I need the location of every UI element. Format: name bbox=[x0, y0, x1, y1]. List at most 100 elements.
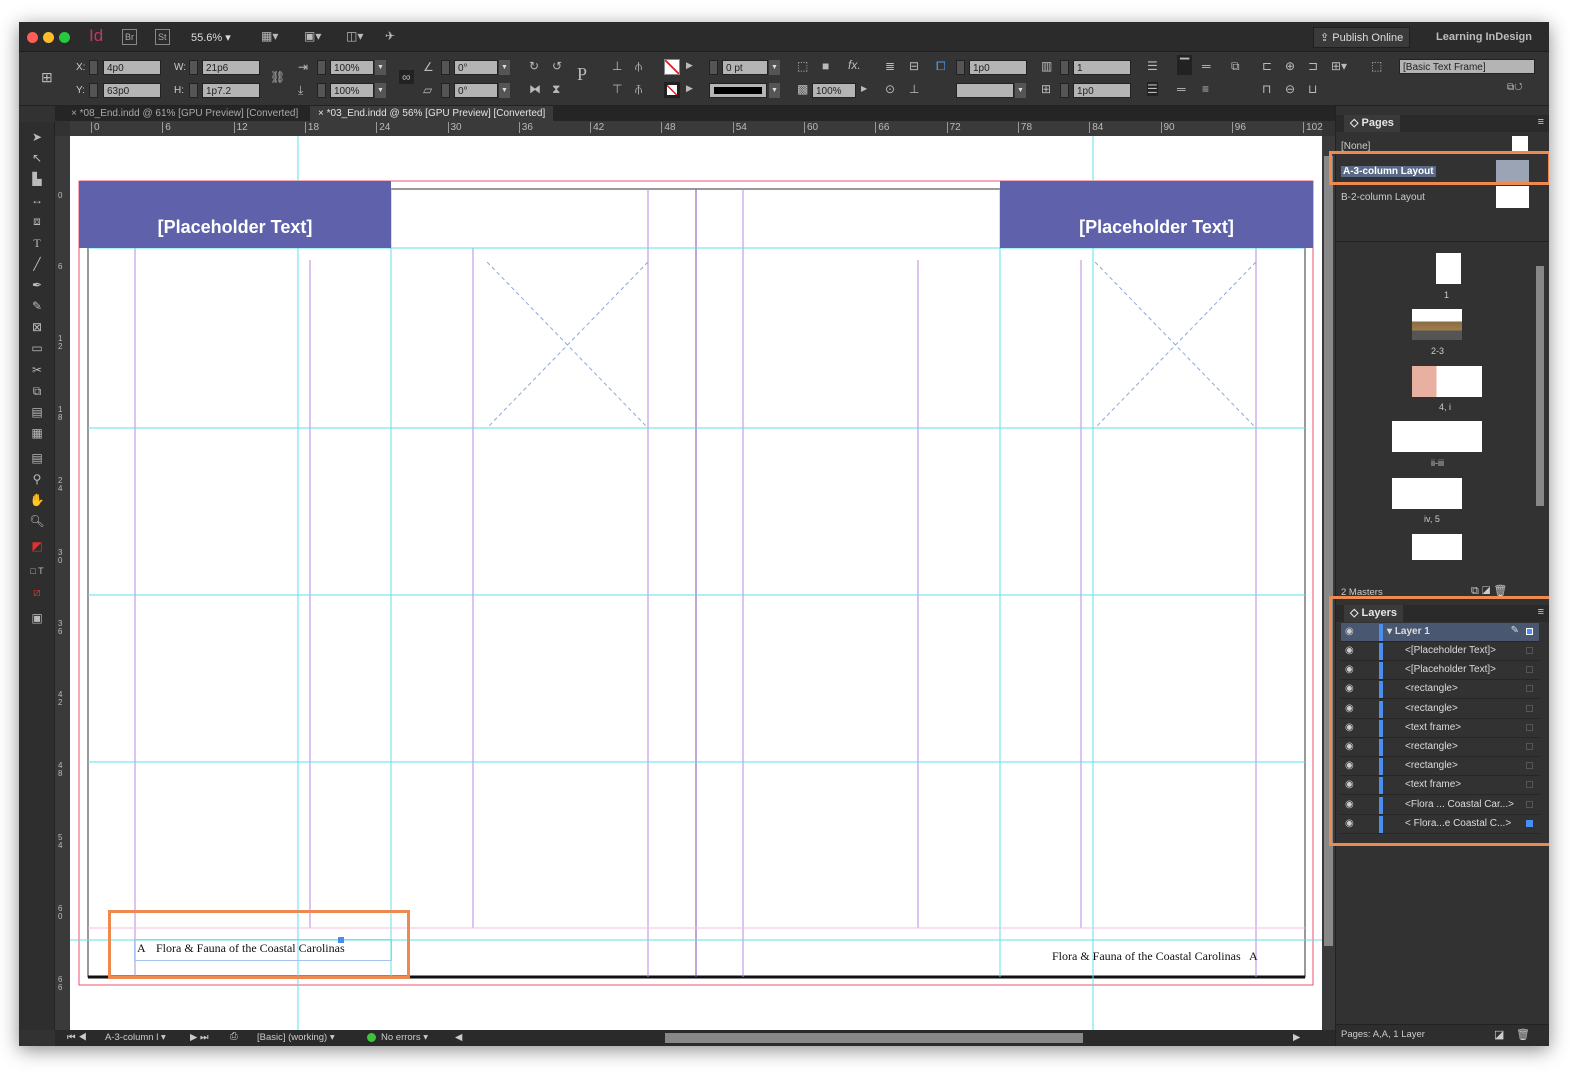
open-document-icon[interactable]: ⎙ bbox=[230, 1031, 238, 1042]
rectangle-frame-tool-icon[interactable]: ⊠ bbox=[27, 318, 47, 336]
effects-fx-icon[interactable]: fx. bbox=[848, 58, 861, 72]
direct-selection-tool-icon[interactable]: ↖ bbox=[27, 149, 47, 167]
opacity-field[interactable]: 100% bbox=[812, 83, 856, 98]
vertical-align-center-icon[interactable]: ═ bbox=[1202, 59, 1211, 73]
stroke-swatch[interactable] bbox=[664, 82, 680, 98]
close-window-button[interactable] bbox=[27, 32, 38, 43]
y-field[interactable]: 63p0 bbox=[103, 83, 161, 98]
delete-layer-icon[interactable]: 🗑︎ bbox=[1516, 1028, 1530, 1041]
preflight-status[interactable]: No errors ▾ bbox=[381, 1032, 428, 1043]
align-top-text-icon[interactable]: ☰ bbox=[1147, 59, 1158, 73]
shear-stepper[interactable] bbox=[441, 83, 450, 98]
note-tool-icon[interactable]: ▤ bbox=[27, 449, 47, 467]
auto-fit-icon[interactable]: ⧉ bbox=[1231, 59, 1240, 74]
apply-none-icon[interactable]: ⧄ bbox=[27, 583, 47, 601]
document-canvas[interactable]: [Placeholder Text] [Placeholder Text] A … bbox=[70, 136, 1335, 1030]
align-v-centers-icon[interactable]: ⊖ bbox=[1285, 82, 1295, 96]
page-selector[interactable]: A-3-column l ▾ bbox=[105, 1032, 166, 1043]
shear-dropdown[interactable]: ▼ bbox=[499, 83, 510, 98]
object-style-select[interactable]: [Basic Text Frame] bbox=[1399, 59, 1535, 74]
opacity-dropdown-icon[interactable]: ▶ bbox=[861, 84, 867, 93]
frame-stroke-select[interactable] bbox=[956, 83, 1014, 98]
text-wrap-jump-icon[interactable]: ⊥ bbox=[909, 82, 919, 96]
scroll-right-icon[interactable]: ▶ bbox=[1293, 1032, 1300, 1043]
scale-x-dropdown[interactable]: ▼ bbox=[375, 60, 386, 75]
vertical-justify-icon[interactable]: ≡ bbox=[1202, 82, 1209, 96]
content-collector-icon[interactable]: ⧈ bbox=[27, 212, 47, 230]
zoom-window-button[interactable] bbox=[59, 32, 70, 43]
horizontal-scrollbar[interactable] bbox=[665, 1033, 1083, 1043]
drop-shadow-icon[interactable]: ■ bbox=[822, 59, 829, 73]
inset-field[interactable]: 1p0 bbox=[969, 60, 1027, 75]
select-container-icon[interactable]: ⊥ bbox=[612, 59, 622, 73]
select-next-icon[interactable]: ⫚ bbox=[635, 82, 642, 97]
shear-field[interactable]: 0° bbox=[454, 83, 498, 98]
publish-online-button[interactable]: ⇪ Publish Online bbox=[1313, 27, 1411, 48]
tab-08-end[interactable]: × *08_End.indd @ 61% [GPU Preview] [Conv… bbox=[63, 106, 306, 121]
gap-tool-icon[interactable]: ↔ bbox=[27, 191, 47, 209]
vertical-scrollbar[interactable] bbox=[1322, 136, 1335, 1030]
scale-y-dropdown[interactable]: ▼ bbox=[375, 83, 386, 98]
pages-tab[interactable]: ◇ Pages bbox=[1344, 115, 1400, 132]
text-wrap-box-icon[interactable]: ⊟ bbox=[909, 59, 919, 73]
clear-overrides-icon[interactable]: ⧉↺ bbox=[1507, 82, 1523, 93]
spread-thumb-next[interactable] bbox=[1412, 534, 1462, 560]
scale-y-field[interactable]: 100% bbox=[330, 83, 374, 98]
scale-y-stepper[interactable] bbox=[317, 83, 326, 98]
eyedropper-tool-icon[interactable]: ⚲ bbox=[27, 470, 47, 488]
placeholder-text-frame-left[interactable]: [Placeholder Text] bbox=[79, 181, 391, 248]
view-options-icon[interactable]: ▦▾ bbox=[261, 29, 278, 43]
workspace-switcher[interactable]: Learning InDesign bbox=[1436, 31, 1532, 43]
tab-03-end[interactable]: × *03_End.indd @ 56% [GPU Preview] [Conv… bbox=[310, 106, 554, 121]
select-previous-icon[interactable]: ⫛ bbox=[635, 59, 642, 74]
align-bottom-edges-icon[interactable]: ⊔ bbox=[1308, 82, 1317, 96]
gradient-tool-icon[interactable]: ▤ bbox=[27, 403, 47, 421]
link-scale-icon[interactable]: ∞ bbox=[399, 70, 414, 84]
flip-horizontal-icon[interactable]: ⧓ bbox=[529, 82, 541, 96]
close-tab-icon[interactable]: × bbox=[71, 108, 80, 119]
zoom-tool-icon[interactable]: 🔍︎ bbox=[27, 512, 47, 530]
gradient-feather-tool-icon[interactable]: ▦ bbox=[27, 424, 47, 442]
fill-dropdown-icon[interactable]: ▶ bbox=[686, 60, 693, 71]
vertical-ruler[interactable]: 0 6 12 18 24 30 36 42 48 54 60 66 bbox=[55, 136, 70, 1030]
bridge-button[interactable]: Br bbox=[122, 29, 137, 45]
gutter-field[interactable]: 1p0 bbox=[1073, 83, 1131, 98]
pen-tool-icon[interactable]: ✒ bbox=[27, 276, 47, 294]
zoom-level-dropdown[interactable]: 55.6% ▾ bbox=[191, 31, 231, 44]
vertical-align-bottom-icon[interactable]: ═ bbox=[1177, 82, 1186, 96]
inset-stepper[interactable] bbox=[956, 60, 965, 75]
next-page-icon[interactable]: ▶ ⏭ bbox=[190, 1032, 209, 1043]
rotate-cw-icon[interactable]: ↻ bbox=[529, 59, 539, 73]
line-tool-icon[interactable]: ╱ bbox=[27, 255, 47, 273]
rotate-stepper[interactable] bbox=[441, 60, 450, 75]
arrange-documents-icon[interactable]: ◫▾ bbox=[346, 29, 363, 43]
free-transform-tool-icon[interactable]: ⧉ bbox=[27, 382, 47, 400]
align-top-edges-icon[interactable]: ⊓ bbox=[1262, 82, 1271, 96]
select-content-icon[interactable]: ⊤ bbox=[612, 82, 622, 96]
first-page-icon[interactable]: ⏮ ◀ bbox=[67, 1032, 87, 1043]
type-tool-icon[interactable]: T bbox=[27, 234, 47, 252]
stroke-type-select[interactable] bbox=[709, 83, 767, 98]
text-wrap-none-icon[interactable]: ≣ bbox=[885, 59, 895, 73]
w-field[interactable]: 21p6 bbox=[202, 60, 260, 75]
stroke-type-dropdown[interactable]: ▼ bbox=[769, 83, 780, 98]
new-layer-icon[interactable]: ◪ bbox=[1494, 1028, 1504, 1041]
rectangle-tool-icon[interactable]: ▭ bbox=[27, 339, 47, 357]
page-thumb-1[interactable] bbox=[1436, 253, 1461, 284]
h-field[interactable]: 1p7.2 bbox=[202, 83, 260, 98]
gpu-performance-icon[interactable]: ✈ bbox=[385, 29, 395, 43]
corner-options-icon[interactable]: ⬚ bbox=[797, 59, 808, 73]
close-tab-icon[interactable]: × bbox=[318, 108, 327, 119]
master-thumb-b[interactable] bbox=[1496, 186, 1529, 208]
align-h-centers-icon[interactable]: ⊕ bbox=[1285, 59, 1295, 73]
spread-thumb-4-i[interactable] bbox=[1412, 366, 1482, 397]
columns-field[interactable]: 1 bbox=[1073, 60, 1131, 75]
spread-thumb-ii-iii[interactable] bbox=[1392, 421, 1482, 452]
spread-thumb-iv-5[interactable] bbox=[1392, 478, 1462, 509]
fill-swatch[interactable] bbox=[664, 59, 680, 75]
stroke-weight-dropdown[interactable]: ▼ bbox=[769, 60, 780, 75]
reference-point-icon[interactable]: ⊞ bbox=[41, 69, 53, 86]
pages-scrollbar[interactable] bbox=[1536, 266, 1544, 506]
master-b-2-column[interactable]: B-2-column Layout bbox=[1341, 192, 1425, 203]
constrain-proportions-icon[interactable]: ⛓ bbox=[270, 70, 285, 84]
